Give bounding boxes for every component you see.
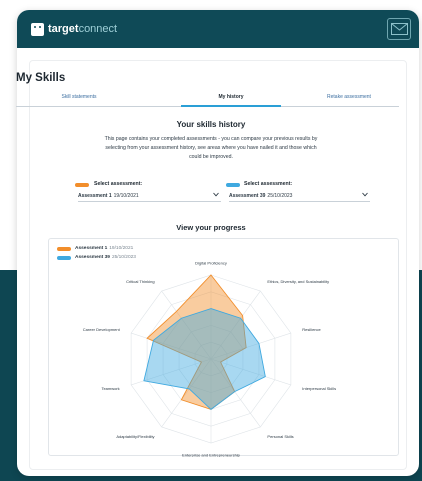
assessment-select-2[interactable]: Assessment 39 25/10/2023: [229, 190, 370, 202]
select-assessment-label-1: Select assessment:: [94, 181, 143, 187]
history-intro: This page contains your completed assess…: [104, 136, 318, 160]
logo-text-bold: target: [48, 23, 79, 35]
progress-card: Assessment 1 19/10/2021 Assessment 39 25…: [48, 238, 399, 458]
top-bar: target connect: [17, 10, 419, 48]
radar-axis-label: Interpersonal Skills: [302, 386, 336, 391]
tab-skill-statements[interactable]: Skill statements: [29, 94, 129, 100]
active-tab-indicator: [181, 105, 281, 107]
assessment-1-pill: [75, 183, 89, 187]
logo-icon: [31, 22, 44, 36]
chevron-down-icon: [213, 192, 219, 197]
mail-button[interactable]: [387, 18, 411, 40]
radar-axis-label: Digital Proficiency: [195, 261, 227, 266]
chevron-down-icon: [362, 192, 368, 197]
tab-retake-assessment[interactable]: Retake assessment: [299, 94, 399, 100]
assessment-39-pill: [226, 183, 240, 187]
assessment-select-1[interactable]: Assessment 1 19/10/2021: [78, 190, 221, 202]
select-1-date: 19/10/2021: [113, 192, 139, 199]
logo-text-light: connect: [78, 23, 118, 35]
page-title: My Skills: [16, 72, 66, 84]
select-2-date: 25/10/2023: [267, 192, 293, 199]
tab-bar: Skill statements My history Retake asses…: [16, 89, 399, 107]
mail-icon: [391, 23, 408, 35]
select-2-value: Assessment 39: [229, 192, 266, 199]
radar-axis-label: Adaptability/Flexibility: [116, 434, 154, 439]
radar-axis-label: Critical Thinking: [126, 279, 154, 284]
radar-axis-label: Teamwork: [101, 386, 119, 391]
history-title: Your skills history: [176, 120, 246, 129]
tab-my-history[interactable]: My history: [181, 94, 281, 100]
radar-axis-label: Ethics, Diversity, and Sustainability: [267, 279, 329, 284]
select-1-value: Assessment 1: [78, 192, 112, 199]
radar-axis-label: Enterprise and Entrepreneurship: [182, 453, 241, 458]
radar-axis-label: Career Development: [83, 327, 121, 332]
select-assessment-label-2: Select assessment:: [244, 181, 293, 187]
progress-title: View your progress: [176, 223, 246, 232]
radar-chart: Digital Proficiency Ethics, Diversity, an…: [83, 261, 336, 458]
radar-axis-label: Personal Skills: [267, 434, 293, 439]
radar-axis-label: Resilience: [302, 327, 321, 332]
radar-series-assessment-39: [143, 308, 266, 410]
